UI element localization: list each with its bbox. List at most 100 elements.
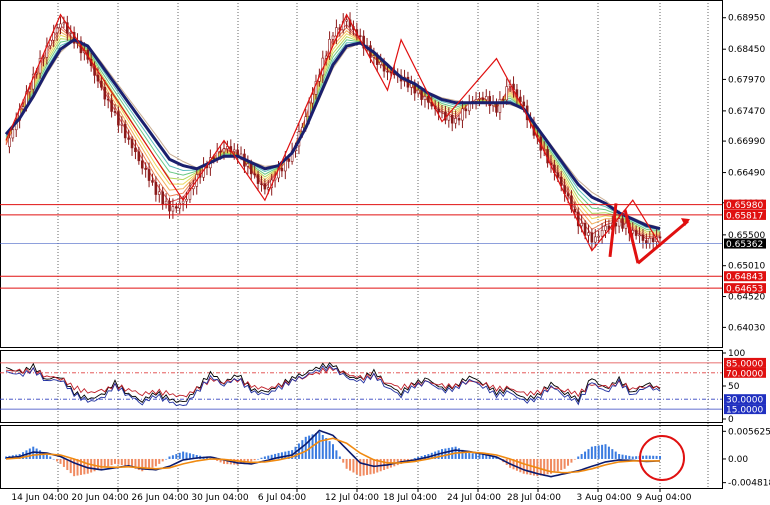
candle-body bbox=[127, 137, 130, 140]
candle-body bbox=[35, 72, 38, 75]
chart-background bbox=[0, 0, 770, 505]
candle-body bbox=[246, 163, 250, 167]
x-tick-label: 3 Aug 04:00 bbox=[577, 493, 632, 503]
macd-histogram-bar bbox=[614, 451, 617, 459]
macd-histogram-bar bbox=[124, 458, 127, 466]
x-tick-label: 24 Jul 04:00 bbox=[447, 493, 501, 503]
x-tick-label: 9 Aug 04:00 bbox=[637, 493, 692, 503]
macd-histogram-bar bbox=[267, 455, 270, 459]
macd-histogram-bar bbox=[175, 454, 178, 459]
candle-body bbox=[566, 193, 570, 197]
macd-histogram-bar bbox=[584, 451, 587, 459]
candle-body bbox=[168, 200, 171, 212]
price-tag-label: 0.65817 bbox=[726, 211, 763, 221]
candle-body bbox=[634, 230, 638, 236]
candle-body bbox=[645, 240, 648, 244]
candle-body bbox=[597, 235, 600, 238]
macd-histogram-bar bbox=[539, 458, 542, 476]
macd-histogram-bar bbox=[349, 458, 352, 471]
candle-body bbox=[134, 147, 137, 153]
macd-histogram-bar bbox=[604, 444, 607, 459]
x-tick-label: 30 Jun 04:00 bbox=[191, 493, 248, 503]
candle-body bbox=[556, 172, 560, 178]
price-tick-label: 0.68950 bbox=[728, 14, 765, 24]
candle-body bbox=[484, 96, 488, 100]
x-tick-label: 6 Jul 04:00 bbox=[258, 493, 307, 503]
macd-histogram-bar bbox=[618, 454, 621, 459]
macd-histogram-bar bbox=[621, 454, 624, 459]
x-tick-label: 26 Jun 04:00 bbox=[131, 493, 188, 503]
candle-body bbox=[62, 22, 66, 25]
price-tick-label: 0.68450 bbox=[728, 45, 765, 55]
candle-body bbox=[481, 98, 485, 100]
candle-body bbox=[600, 230, 604, 237]
macd-histogram-bar bbox=[257, 458, 260, 460]
macd-histogram-bar bbox=[49, 456, 52, 459]
candle-body bbox=[505, 86, 509, 101]
candle-body bbox=[100, 80, 103, 88]
candle-body bbox=[617, 218, 621, 227]
macd-histogram-bar bbox=[345, 458, 348, 469]
candle-body bbox=[641, 234, 645, 241]
macd-histogram-bar bbox=[641, 455, 644, 459]
candle-body bbox=[113, 111, 117, 113]
candle-body bbox=[488, 96, 491, 107]
candle-body bbox=[420, 89, 423, 100]
macd-histogram-bar bbox=[86, 458, 89, 474]
macd-histogram-bar bbox=[611, 449, 614, 459]
candle-body bbox=[658, 236, 662, 239]
candle-body bbox=[440, 111, 444, 114]
candle-body bbox=[164, 200, 168, 205]
macd-histogram-bar bbox=[652, 455, 655, 459]
macd-histogram-bar bbox=[590, 446, 593, 459]
macd-histogram-bar bbox=[410, 458, 413, 460]
candle-body bbox=[437, 108, 440, 113]
candle-body bbox=[222, 148, 226, 153]
macd-histogram-bar bbox=[171, 455, 174, 459]
macd-tick-label: -0.004818 bbox=[728, 479, 770, 489]
macd-histogram-bar bbox=[182, 451, 185, 459]
candle-body bbox=[461, 108, 464, 121]
price-tick-label: 0.67970 bbox=[728, 75, 765, 85]
macd-histogram-bar bbox=[648, 455, 651, 459]
macd-histogram-bar bbox=[352, 458, 355, 473]
macd-histogram-bar bbox=[154, 458, 157, 467]
macd-histogram-bar bbox=[236, 458, 239, 465]
macd-histogram-bar bbox=[321, 434, 324, 459]
candle-body bbox=[260, 183, 263, 185]
macd-histogram-bar bbox=[161, 458, 164, 462]
macd-tick-label: 0.00 bbox=[728, 455, 748, 465]
candle-body bbox=[69, 32, 73, 34]
price-tick-label: 0.66490 bbox=[728, 169, 765, 179]
osc-tick-label: 100 bbox=[728, 349, 745, 359]
macd-histogram-bar bbox=[556, 458, 559, 472]
macd-histogram-bar bbox=[447, 447, 450, 459]
candle-body bbox=[8, 137, 11, 148]
candle-body bbox=[372, 55, 376, 58]
macd-histogram-bar bbox=[362, 458, 365, 476]
candle-body bbox=[587, 232, 590, 236]
macd-histogram-bar bbox=[570, 458, 573, 463]
macd-histogram-bar bbox=[56, 458, 59, 462]
candle-body bbox=[266, 187, 270, 190]
candle-body bbox=[178, 202, 182, 209]
macd-histogram-bar bbox=[659, 456, 661, 459]
macd-histogram-bar bbox=[655, 455, 658, 459]
candle-body bbox=[96, 75, 100, 82]
macd-histogram-bar bbox=[114, 458, 116, 464]
macd-histogram-bar bbox=[597, 445, 600, 459]
candle-body bbox=[593, 236, 597, 243]
macd-histogram-bar bbox=[332, 444, 334, 459]
macd-histogram-bar bbox=[587, 449, 590, 459]
price-tag-label: 0.65362 bbox=[726, 240, 763, 250]
macd-histogram-bar bbox=[301, 440, 304, 459]
macd-histogram-bar bbox=[76, 458, 79, 476]
candle-body bbox=[457, 118, 461, 121]
candle-body bbox=[120, 123, 124, 126]
macd-histogram-bar bbox=[260, 457, 263, 459]
macd-histogram-bar bbox=[563, 458, 566, 469]
candle-body bbox=[21, 106, 25, 110]
macd-histogram-bar bbox=[468, 453, 471, 459]
candle-body bbox=[447, 114, 451, 121]
macd-histogram-bar bbox=[110, 458, 113, 466]
